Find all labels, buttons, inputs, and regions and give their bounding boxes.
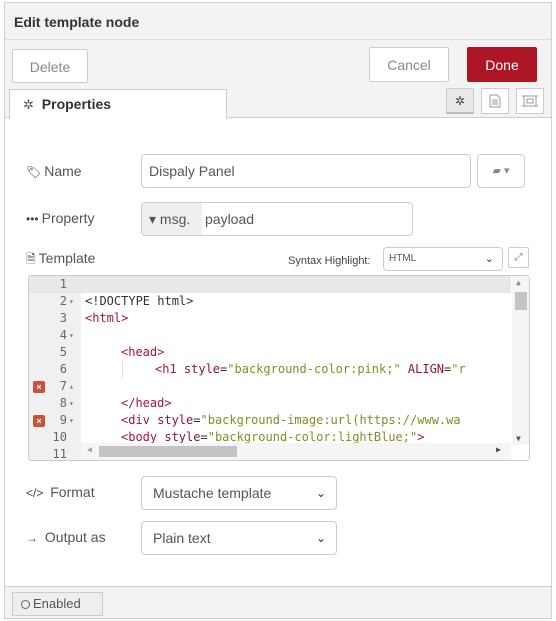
code-icon: </> [26,486,44,500]
editor-vertical-scrollbar[interactable]: ▲ ▼ [512,276,529,445]
tray-toolbar: Delete Cancel Done [5,40,551,86]
tab-properties-label: Properties [41,96,112,112]
scrollbar-thumb[interactable] [515,292,527,310]
template-label: 🗎 Template [26,250,96,266]
chevron-down-icon: ⌄ [315,486,326,500]
format-label: </> Format [26,484,95,500]
code-line: <div style="background-image:url(https:/… [121,413,461,427]
code-line: <!DOCTYPE html> [85,294,194,308]
scrollbar-thumb[interactable] [99,446,237,457]
tray-title: Edit template node [5,3,551,40]
caret-down-icon: ▾ [149,211,157,227]
expand-editor-button[interactable]: ⤢ [508,247,529,268]
cancel-button[interactable]: Cancel [369,47,449,82]
code-line: <head> [121,345,165,359]
arrow-right-icon: → [26,531,38,545]
file-code-icon: 🗎 [26,252,36,266]
indent-guide [122,361,123,378]
scroll-up-icon[interactable]: ▲ [516,278,521,287]
properties-tab-button[interactable]: ✲ [446,88,474,114]
name-label: 🏷 Name [26,163,82,179]
property-label: ••• Property [26,210,95,226]
scroll-right-icon[interactable]: ▶ [496,445,501,454]
format-select[interactable]: Mustache template ⌄ [141,476,337,510]
description-tab-button[interactable] [481,88,509,114]
expand-icon: ⤢ [514,252,523,263]
book-icon: ▰ [492,165,501,177]
code-line: <html> [85,311,129,325]
code-editor[interactable]: 1 2 ▾ 3 4 ▾ 5 6 × 7 ▴ 8 ▾ × 9 ▾ 10 11 <!DOCTYPE html> <ht… [28,275,530,461]
gear-icon: ✲ [23,97,34,112]
circle-icon [21,600,30,609]
delete-button[interactable]: Delete [12,49,88,83]
code-line: <body style="background-color:lightBlue;… [121,430,425,444]
tray-footer: Enabled [5,586,551,618]
code-line: </head> [121,396,172,410]
scroll-down-icon[interactable]: ▼ [516,434,521,443]
done-button[interactable]: Done [467,47,537,82]
tag-icon: 🏷 [26,165,42,179]
output-select[interactable]: Plain text ⌄ [141,521,337,555]
code-line: <h1 style="background-color:pink;" ALIGN… [155,362,466,376]
syntax-highlight-label: Syntax Highlight: [288,255,371,267]
tab-properties[interactable]: ✲ Properties [9,89,227,119]
output-label: → Output as [26,529,106,545]
property-type-select[interactable]: ▾ msg. [142,203,202,235]
property-value[interactable]: payload [202,203,254,235]
edit-tray: Edit template node Delete Cancel Done ✲ … [4,2,552,619]
name-input[interactable]: Dispaly Panel [141,154,471,188]
enabled-toggle[interactable]: Enabled [12,592,103,616]
property-input[interactable]: ▾ msg. payload [141,202,413,236]
ellipsis-icon: ••• [26,212,39,226]
appearance-tab-button[interactable] [516,88,544,114]
name-options-button[interactable]: ▰ ▾ [477,154,525,188]
description-icon [489,94,501,108]
editor-horizontal-scrollbar[interactable]: ◀ ▶ [81,443,511,460]
syntax-highlight-select[interactable]: HTML ⌄ [383,247,503,271]
scroll-left-icon[interactable]: ◀ [87,445,92,454]
properties-panel: 🏷 Name Dispaly Panel ▰ ▾ ••• Property ▾ ms… [5,118,551,582]
gear-icon: ✲ [454,94,466,108]
appearance-icon [522,95,538,107]
tabs-row: ✲ Properties ✲ [5,86,551,119]
chevron-down-icon: ⌄ [484,253,494,265]
caret-down-icon: ▾ [504,165,510,177]
chevron-down-icon: ⌄ [315,531,326,545]
